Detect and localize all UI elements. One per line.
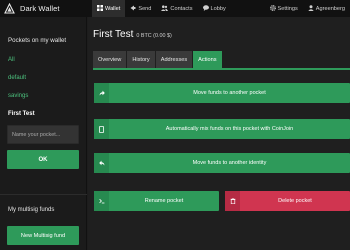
nav-wallet-label: Wallet <box>105 5 121 12</box>
pocket-item-first-test[interactable]: First Test <box>8 111 35 117</box>
share-arrow-icon <box>94 83 109 103</box>
brand[interactable]: Dark Wallet <box>0 0 92 17</box>
move-identity-button[interactable]: Move funds to another identity <box>94 153 350 173</box>
pocket-balance: 0 BTC (0.00 $) <box>136 33 172 39</box>
nav-lobby[interactable]: Lobby <box>198 0 231 17</box>
pocket-tabs: Overview History Addresses Actions <box>93 51 223 68</box>
ok-button[interactable]: OK <box>7 150 79 169</box>
tab-history[interactable]: History <box>127 51 155 68</box>
send-icon <box>130 5 136 13</box>
nav-user-label: Agreenberg <box>315 5 345 12</box>
main-content: First Test 0 BTC (0.00 $) Overview Histo… <box>88 17 350 250</box>
tab-addresses[interactable]: Addresses <box>155 51 193 68</box>
nav-send[interactable]: Send <box>125 0 156 17</box>
pocket-item-savings[interactable]: savings <box>8 93 28 99</box>
mix-funds-label: Automatically mix funds on this pocket w… <box>165 126 294 132</box>
pocket-name-input[interactable]: Name your pocket... <box>7 125 79 144</box>
sidebar: Pockets on my wallet All default savings… <box>0 17 87 250</box>
tab-actions[interactable]: Actions <box>193 51 222 68</box>
gear-icon <box>269 4 276 13</box>
app-name: Dark Wallet <box>20 4 60 13</box>
nav-wallet[interactable]: Wallet <box>92 0 126 17</box>
sidebar-divider <box>0 194 87 195</box>
delete-pocket-label: Delete pocket <box>278 198 312 204</box>
pocket-title: First Test <box>93 29 134 40</box>
page-title: First Test 0 BTC (0.00 $) <box>93 29 172 40</box>
nav-settings[interactable]: Settings <box>265 0 303 17</box>
nav-lobby-label: Lobby <box>210 5 226 12</box>
nav-send-label: Send <box>138 5 152 12</box>
pocket-item-default[interactable]: default <box>8 75 26 81</box>
move-funds-label: Move funds to another pocket <box>193 90 266 96</box>
top-bar: Dark Wallet Wallet Send Contacts Lobby S… <box>0 0 350 17</box>
delete-pocket-button[interactable]: Delete pocket <box>225 191 350 211</box>
move-identity-label: Move funds to another identity <box>192 160 267 166</box>
contacts-icon <box>161 4 169 13</box>
reply-arrow-icon <box>94 153 109 173</box>
user-icon <box>308 4 314 13</box>
grid-icon <box>97 4 103 13</box>
move-funds-button[interactable]: Move funds to another pocket <box>94 83 350 103</box>
nav-settings-label: Settings <box>277 5 298 12</box>
multisig-title: My multisig funds <box>8 207 55 213</box>
pockets-title: Pockets on my wallet <box>8 37 67 44</box>
nav-contacts[interactable]: Contacts <box>156 0 197 17</box>
new-multisig-button[interactable]: New Multisig fund <box>7 226 79 245</box>
terminal-icon <box>94 191 109 211</box>
mobile-icon <box>94 119 109 139</box>
nav-user[interactable]: Agreenberg <box>303 0 350 17</box>
rename-pocket-button[interactable]: Rename pocket <box>94 191 219 211</box>
nav-contacts-label: Contacts <box>170 5 193 12</box>
nav-right: Settings Agreenberg <box>265 0 350 17</box>
trash-icon <box>225 191 240 211</box>
mix-funds-button[interactable]: Automatically mix funds on this pocket w… <box>94 119 350 139</box>
pocket-item-all[interactable]: All <box>8 57 15 63</box>
tab-underline <box>93 68 350 70</box>
lobby-icon <box>202 4 209 13</box>
main-nav: Wallet Send Contacts Lobby <box>92 0 231 17</box>
rename-pocket-label: Rename pocket <box>144 198 184 204</box>
dark-wallet-logo-icon <box>4 3 15 14</box>
tab-overview[interactable]: Overview <box>93 51 127 68</box>
